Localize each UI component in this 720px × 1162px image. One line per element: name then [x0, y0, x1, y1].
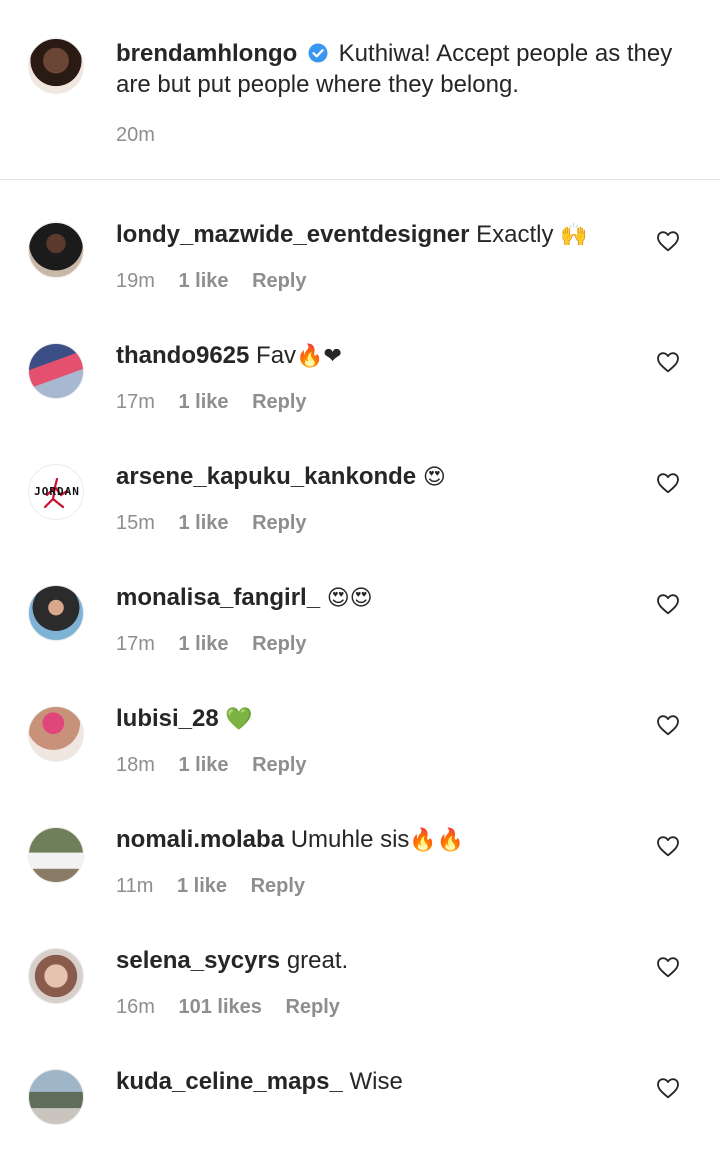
comment-emoji: 🙌: [560, 223, 588, 248]
caption-avatar[interactable]: [28, 38, 84, 94]
comment-likes[interactable]: 1 like: [178, 633, 228, 655]
comment-time: 11m: [116, 875, 154, 897]
comment-time: 18m: [116, 754, 155, 776]
reply-button[interactable]: Reply: [285, 996, 339, 1018]
reply-button[interactable]: Reply: [252, 391, 306, 413]
comment-likes[interactable]: 1 like: [178, 391, 228, 413]
like-heart-icon[interactable]: [656, 714, 680, 736]
comment-body: Wise: [349, 1068, 403, 1095]
comment-item: JORDAN arsene_kapuku_kankonde 😍 15m 1 li…: [0, 436, 720, 557]
caption-divider: [0, 179, 720, 180]
comment-avatar[interactable]: [28, 343, 84, 399]
comment-body: Umuhle sis: [290, 826, 410, 853]
like-heart-icon[interactable]: [656, 351, 680, 373]
comment-avatar[interactable]: [28, 706, 84, 762]
comment-time: 19m: [116, 270, 155, 292]
comment-meta: 18m 1 like Reply: [116, 754, 325, 777]
comment-emoji: 😍😍: [326, 586, 373, 611]
comment-item: monalisa_fangirl_ 😍😍 17m 1 like Reply: [0, 557, 720, 678]
comment-text: nomali.molaba Umuhle sis🔥🔥: [116, 824, 464, 856]
comment-item: thando9625 Fav🔥❤ 17m 1 like Reply: [0, 315, 720, 436]
like-heart-icon[interactable]: [656, 956, 680, 978]
comment-text: lubisi_28 💚: [116, 703, 253, 735]
reply-button[interactable]: Reply: [251, 875, 305, 897]
comment-avatar[interactable]: JORDAN: [28, 464, 84, 520]
comment-username[interactable]: monalisa_fangirl_: [116, 584, 320, 611]
comment-username[interactable]: lubisi_28: [116, 705, 219, 732]
like-heart-icon[interactable]: [656, 472, 680, 494]
comment-avatar[interactable]: [28, 948, 84, 1004]
comment-likes[interactable]: 1 like: [178, 754, 228, 776]
reply-button[interactable]: Reply: [252, 633, 306, 655]
comment-body: Fav: [256, 342, 297, 369]
comment-item: selena_sycyrs great. 16m 101 likes Reply: [0, 920, 720, 1041]
verified-badge-icon: [308, 43, 328, 63]
comment-item: lubisi_28 💚 18m 1 like Reply: [0, 678, 720, 799]
caption-text-block: brendamhlongo Kuthiwa! Accept people as …: [116, 38, 686, 100]
reply-button[interactable]: Reply: [252, 270, 306, 292]
comment-likes[interactable]: 101 likes: [178, 996, 261, 1018]
comment-username[interactable]: londy_mazwide_eventdesigner: [116, 221, 469, 248]
comment-time: 17m: [116, 633, 155, 655]
comment-time: 16m: [116, 996, 155, 1018]
like-heart-icon[interactable]: [656, 1077, 680, 1099]
comment-meta: 16m 101 likes Reply: [116, 996, 358, 1019]
comment-item: kuda_celine_maps_ Wise: [0, 1041, 720, 1162]
comment-text: thando9625 Fav🔥❤: [116, 340, 342, 372]
comment-body: Exactly: [476, 221, 554, 248]
comment-body: great.: [286, 947, 349, 974]
comment-item: nomali.molaba Umuhle sis🔥🔥 11m 1 like Re…: [0, 799, 720, 920]
comment-meta: 11m 1 like Reply: [116, 875, 323, 898]
comment-emoji: 💚: [225, 707, 253, 732]
like-heart-icon[interactable]: [656, 230, 680, 252]
caption-username[interactable]: brendamhlongo: [116, 40, 297, 67]
caption-time: 20m: [116, 124, 155, 146]
comment-text: selena_sycyrs great.: [116, 945, 348, 976]
comment-avatar[interactable]: [28, 222, 84, 278]
comment-emoji: 🔥❤: [296, 344, 342, 369]
reply-button[interactable]: Reply: [252, 512, 306, 534]
avatar-logo-text: JORDAN: [34, 485, 80, 498]
comment-item: londy_mazwide_eventdesigner Exactly 🙌 19…: [0, 194, 720, 315]
caption-meta: 20m: [116, 124, 173, 147]
like-heart-icon[interactable]: [656, 835, 680, 857]
comment-text: londy_mazwide_eventdesigner Exactly 🙌: [116, 219, 588, 251]
comment-meta: 17m 1 like Reply: [116, 633, 325, 656]
comment-emoji: 🔥🔥: [409, 828, 465, 853]
comment-meta: 17m 1 like Reply: [116, 391, 325, 414]
comment-username[interactable]: nomali.molaba: [116, 826, 284, 853]
comment-text: monalisa_fangirl_ 😍😍: [116, 582, 373, 614]
comment-text: kuda_celine_maps_ Wise: [116, 1066, 403, 1097]
comment-emoji: 😍: [422, 465, 446, 490]
comment-username[interactable]: selena_sycyrs: [116, 947, 280, 974]
comment-avatar[interactable]: [28, 585, 84, 641]
comment-username[interactable]: kuda_celine_maps_: [116, 1068, 343, 1095]
comment-meta: 15m 1 like Reply: [116, 512, 325, 535]
comment-likes[interactable]: 1 like: [178, 512, 228, 534]
caption-section: brendamhlongo Kuthiwa! Accept people as …: [0, 0, 720, 180]
comment-meta: 19m 1 like Reply: [116, 270, 325, 293]
comment-likes[interactable]: 1 like: [178, 270, 228, 292]
comment-text: arsene_kapuku_kankonde 😍: [116, 461, 446, 493]
comment-time: 17m: [116, 391, 155, 413]
like-heart-icon[interactable]: [656, 593, 680, 615]
reply-button[interactable]: Reply: [252, 754, 306, 776]
comment-time: 15m: [116, 512, 155, 534]
comment-avatar[interactable]: [28, 827, 84, 883]
comment-username[interactable]: arsene_kapuku_kankonde: [116, 463, 416, 490]
comment-username[interactable]: thando9625: [116, 342, 249, 369]
comment-likes[interactable]: 1 like: [177, 875, 227, 897]
